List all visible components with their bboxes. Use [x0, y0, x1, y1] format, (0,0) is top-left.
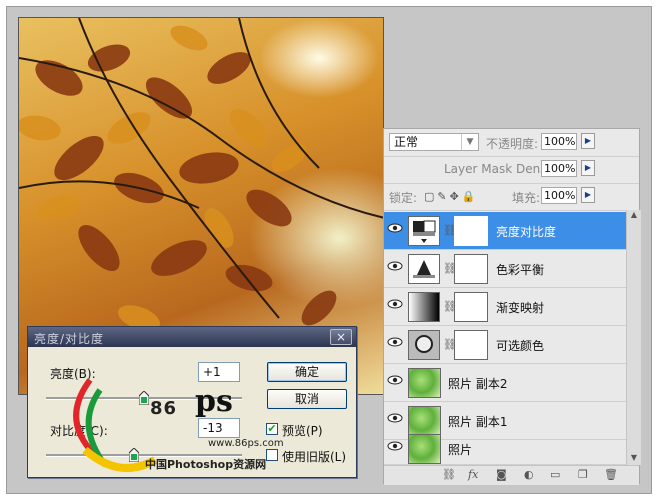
dialog-title: 亮度/对比度 [34, 332, 105, 346]
eye-icon[interactable] [387, 221, 403, 239]
mask-icon[interactable]: ◙ [496, 468, 507, 481]
layer-name: 可选颜色 [496, 339, 545, 353]
close-button[interactable]: × [330, 329, 352, 345]
layer-mask-thumbnail[interactable] [454, 216, 488, 246]
layer-mask-thumbnail[interactable] [454, 292, 488, 322]
layer-name: 照片 副本1 [448, 415, 508, 429]
fill-label: 填充: [512, 191, 541, 205]
folder-icon[interactable]: ▭ [550, 468, 560, 481]
layers-panel: 正常 ▼ 不透明度: 100% ▶ Layer Mask Density 100… [383, 128, 641, 485]
scroll-down-icon[interactable]: ▼ [627, 453, 641, 465]
photo-thumbnail [408, 434, 441, 464]
layers-scrollbar[interactable]: ▲ ▼ [626, 210, 641, 465]
density-row: Layer Mask Density 100% ▶ [384, 156, 639, 184]
watermark-number: 86 [150, 398, 178, 419]
layer-name: 色彩平衡 [496, 263, 545, 277]
eye-icon[interactable] [387, 373, 403, 391]
fill-arrow-button[interactable]: ▶ [581, 187, 595, 203]
opacity-arrow-button[interactable]: ▶ [581, 133, 595, 149]
blend-row: 正常 ▼ 不透明度: 100% ▶ [384, 129, 639, 157]
watermark-letters: ps [195, 384, 233, 419]
chevron-down-icon: ▼ [461, 134, 478, 150]
lock-label: 锁定: [389, 191, 418, 205]
blend-mode-value: 正常 [394, 135, 419, 149]
eye-icon[interactable] [387, 439, 403, 457]
adjustment-icon[interactable]: ◐ [524, 468, 534, 481]
watermark-site-name: 中国Photoshop资源网 [145, 458, 267, 471]
layer-row[interactable]: ⛓ 亮度对比度 [384, 212, 626, 250]
watermark: 86 ps www.86ps.com 中国Photoshop资源网 [40, 370, 284, 480]
blend-mode-select[interactable]: 正常 ▼ [389, 133, 479, 151]
opacity-field[interactable]: 100% [541, 133, 577, 150]
layer-name: 亮度对比度 [496, 225, 557, 239]
new-layer-icon[interactable]: ❐ [578, 468, 588, 481]
scroll-up-icon[interactable]: ▲ [627, 210, 641, 222]
density-field[interactable]: 100% [541, 160, 577, 177]
lock-row: 锁定: ▢✎✥🔒 填充: 100% ▶ [384, 183, 639, 211]
trash-icon[interactable]: 🗑 [604, 468, 618, 481]
legacy-label: 使用旧版(L) [282, 450, 347, 464]
fill-field[interactable]: 100% [541, 187, 577, 204]
layer-row[interactable]: ⛓ 可选颜色 [384, 326, 626, 364]
eye-icon[interactable] [387, 411, 403, 429]
link-icon[interactable]: ⛓ [442, 468, 456, 481]
layer-name: 渐变映射 [496, 301, 545, 315]
adjustment-thumbnail [408, 330, 440, 360]
layer-row[interactable]: ⛓ 色彩平衡 [384, 250, 626, 288]
layer-name: 照片 [448, 443, 473, 457]
adjustment-thumbnail [408, 216, 440, 246]
density-arrow-button[interactable]: ▶ [581, 160, 595, 176]
layer-row[interactable]: ⛓ 渐变映射 [384, 288, 626, 326]
preview-label: 预览(P) [282, 424, 323, 438]
layer-name: 照片 副本2 [448, 377, 508, 391]
lock-icons[interactable]: ▢✎✥🔒 [424, 190, 479, 203]
layer-row[interactable]: 照片 副本2 [384, 364, 626, 402]
layer-mask-thumbnail[interactable] [454, 330, 488, 360]
layer-row[interactable]: 照片 [384, 430, 626, 465]
opacity-label: 不透明度: [486, 137, 539, 151]
adjustment-thumbnail [408, 254, 440, 284]
dialog-titlebar[interactable]: 亮度/对比度 × [28, 327, 356, 347]
adjustment-thumbnail [408, 292, 440, 322]
layer-mask-thumbnail[interactable] [454, 254, 488, 284]
watermark-logo [73, 378, 157, 472]
eye-icon[interactable] [387, 259, 403, 277]
eye-icon[interactable] [387, 297, 403, 315]
layers-bottom-bar: ⛓ fx ◙ ◐ ▭ ❐ 🗑 [384, 465, 639, 485]
eye-icon[interactable] [387, 335, 403, 353]
watermark-url: www.86ps.com [208, 438, 284, 449]
photo-thumbnail [408, 368, 441, 398]
fx-icon[interactable]: fx [468, 468, 478, 481]
